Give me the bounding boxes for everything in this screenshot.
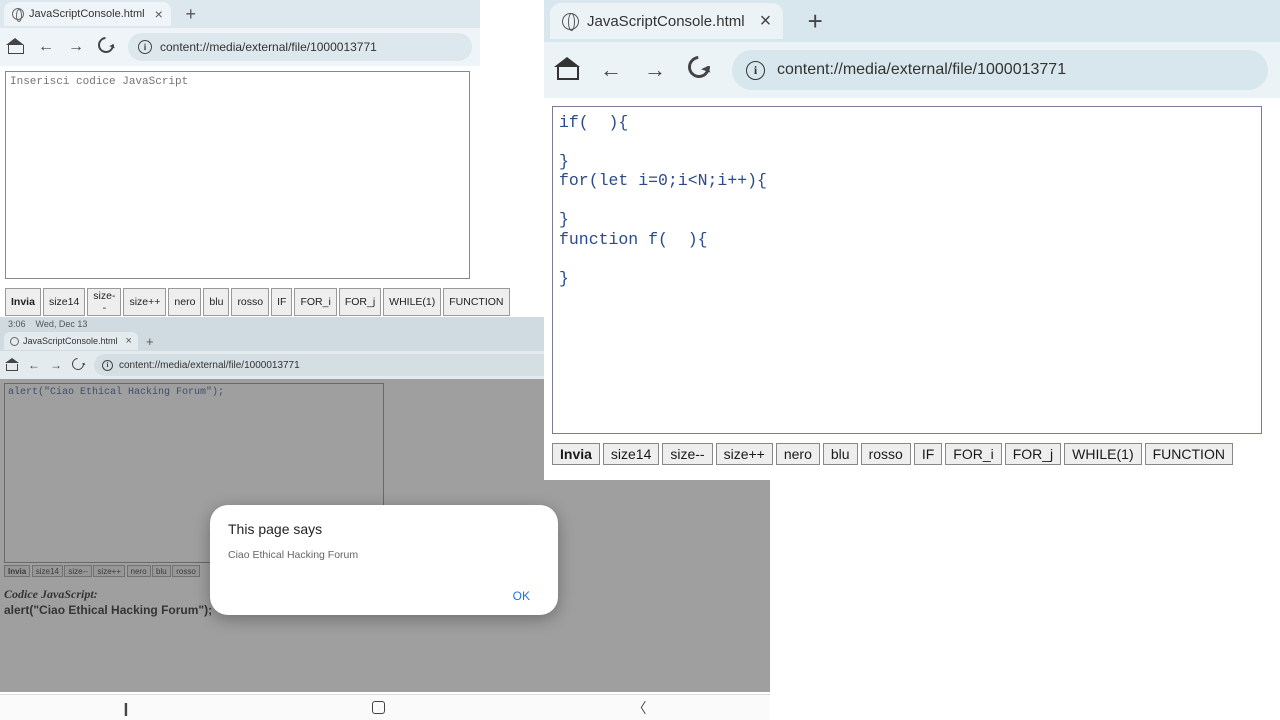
fori-button[interactable]: FOR_i: [294, 288, 336, 316]
while-button[interactable]: WHILE(1): [1064, 443, 1141, 465]
nero-button[interactable]: nero: [776, 443, 820, 465]
url-text: content://media/external/file/1000013771: [119, 360, 300, 371]
back-icon[interactable]: ←: [28, 358, 40, 372]
android-navbar: ||| 〈: [0, 694, 770, 720]
invia-button[interactable]: Invia: [5, 288, 41, 316]
globe-icon: [12, 8, 24, 20]
status-date: Wed, Dec 13: [36, 319, 88, 329]
while-button[interactable]: WHILE(1): [383, 288, 441, 316]
tab-title: JavaScriptConsole.html: [23, 336, 118, 346]
forj-button[interactable]: FOR_j: [1005, 443, 1061, 465]
if-button[interactable]: IF: [271, 288, 292, 316]
globe-icon: [562, 13, 579, 30]
info-icon[interactable]: i: [746, 61, 765, 80]
new-tab-button[interactable]: +: [797, 3, 833, 39]
button-row: Invia size14 size-- size++ nero blu ross…: [552, 443, 1272, 465]
blu-button[interactable]: blu: [823, 443, 858, 465]
browser-tabbar: JavaScriptConsole.html × +: [544, 0, 1280, 42]
forj-button[interactable]: FOR_j: [339, 288, 381, 316]
size14-button[interactable]: size14: [603, 443, 659, 465]
home-icon[interactable]: [8, 40, 24, 54]
dialog-title: This page says: [228, 521, 540, 537]
close-icon[interactable]: ×: [155, 6, 163, 22]
invia-button[interactable]: Invia: [552, 443, 600, 465]
dialog-message: Ciao Ethical Hacking Forum: [228, 549, 540, 561]
new-tab-button[interactable]: +: [179, 2, 203, 26]
close-icon[interactable]: ×: [126, 335, 132, 347]
code-input[interactable]: [5, 71, 470, 279]
size14-button[interactable]: size14: [43, 288, 85, 316]
fori-button[interactable]: FOR_i: [945, 443, 1001, 465]
url-text: content://media/external/file/1000013771: [777, 61, 1066, 79]
browser-tabbar: JavaScriptConsole.html × +: [0, 0, 480, 28]
button-row: Invia size14 size-- size++ nero blu ross…: [5, 288, 475, 316]
home-icon[interactable]: [6, 360, 18, 371]
size-plus-button[interactable]: size++: [716, 443, 773, 465]
blu-button[interactable]: blu: [203, 288, 229, 316]
if-button[interactable]: IF: [914, 443, 942, 465]
url-text: content://media/external/file/1000013771: [160, 40, 377, 54]
size-minus-button[interactable]: size--: [662, 443, 712, 465]
forward-icon[interactable]: →: [644, 57, 666, 83]
tab-title: JavaScriptConsole.html: [29, 8, 145, 20]
home-icon[interactable]: [556, 60, 578, 80]
address-bar[interactable]: i content://media/external/file/10000137…: [732, 50, 1268, 90]
back-icon[interactable]: ←: [38, 38, 54, 56]
code-input[interactable]: [552, 106, 1262, 434]
back-icon[interactable]: ←: [600, 57, 622, 83]
android-home-icon[interactable]: [372, 701, 385, 714]
tab-title: JavaScriptConsole.html: [587, 13, 745, 30]
rosso-button[interactable]: rosso: [231, 288, 269, 316]
forward-icon[interactable]: →: [68, 38, 84, 56]
ok-button[interactable]: OK: [513, 589, 530, 603]
panel-empty-editor: JavaScriptConsole.html × + ← → i content…: [0, 0, 480, 315]
browser-tab[interactable]: JavaScriptConsole.html ×: [4, 332, 138, 350]
browser-navbar: ← → i content://media/external/file/1000…: [0, 28, 480, 66]
recents-icon[interactable]: |||: [124, 700, 126, 716]
reload-icon[interactable]: [98, 37, 114, 58]
browser-tab[interactable]: JavaScriptConsole.html ×: [550, 3, 783, 39]
size-minus-button[interactable]: size--: [87, 288, 121, 316]
globe-icon: [10, 337, 19, 346]
size-plus-button[interactable]: size++: [123, 288, 166, 316]
info-icon[interactable]: i: [138, 40, 152, 54]
forward-icon[interactable]: →: [50, 358, 62, 372]
reload-icon[interactable]: [72, 358, 84, 373]
info-icon[interactable]: i: [102, 360, 113, 371]
new-tab-button[interactable]: +: [146, 334, 154, 349]
rosso-button[interactable]: rosso: [861, 443, 911, 465]
browser-tab[interactable]: JavaScriptConsole.html ×: [4, 2, 171, 26]
alert-dialog: This page says Ciao Ethical Hacking Foru…: [210, 505, 558, 615]
android-back-icon[interactable]: 〈: [632, 698, 646, 718]
address-bar[interactable]: i content://media/external/file/10000137…: [128, 33, 472, 61]
browser-navbar: ← → i content://media/external/file/1000…: [544, 42, 1280, 98]
close-icon[interactable]: ×: [760, 10, 772, 33]
function-button[interactable]: FUNCTION: [443, 288, 509, 316]
reload-icon[interactable]: [688, 56, 710, 84]
nero-button[interactable]: nero: [168, 288, 201, 316]
function-button[interactable]: FUNCTION: [1145, 443, 1233, 465]
status-time: 3:06: [8, 319, 26, 329]
panel-code-filled: JavaScriptConsole.html × + ← → i content…: [544, 0, 1280, 480]
